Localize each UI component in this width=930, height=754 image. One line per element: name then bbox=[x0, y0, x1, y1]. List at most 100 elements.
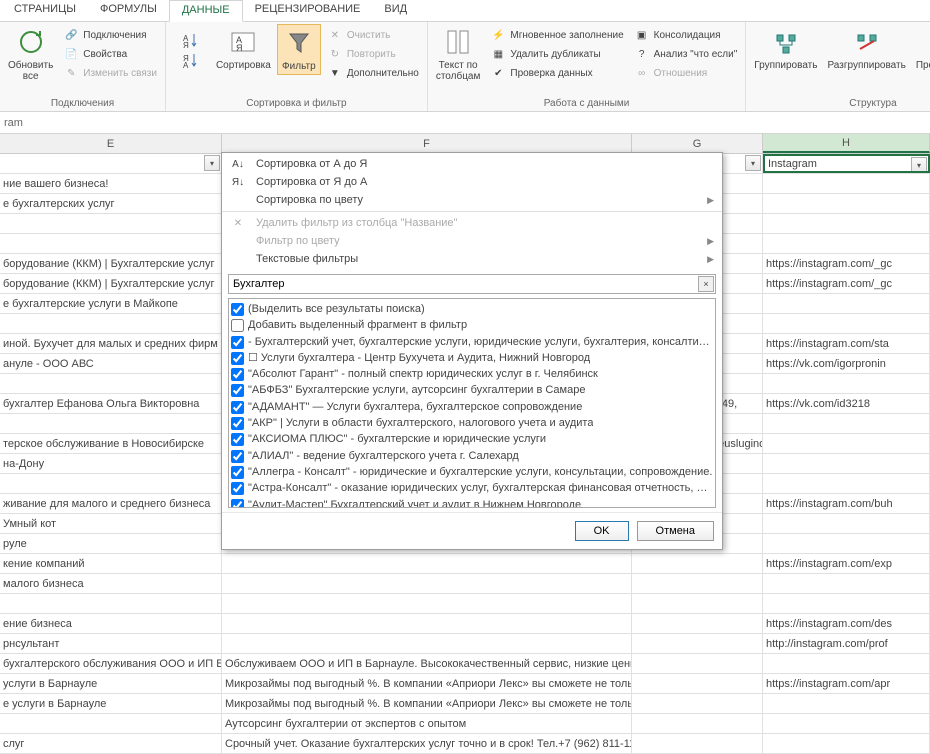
cell[interactable] bbox=[222, 594, 632, 613]
cell[interactable] bbox=[632, 594, 763, 613]
cell[interactable]: https://instagram.com/_gc bbox=[763, 254, 930, 273]
cell[interactable] bbox=[0, 234, 222, 253]
cell[interactable] bbox=[632, 734, 763, 753]
cell[interactable] bbox=[222, 614, 632, 633]
cell[interactable] bbox=[763, 434, 930, 453]
cell[interactable]: на-Дону bbox=[0, 454, 222, 473]
cell[interactable]: руле bbox=[0, 534, 222, 553]
filter-checkbox[interactable] bbox=[231, 466, 244, 479]
cell[interactable]: Микрозаймы под выгодный %. В компании «А… bbox=[222, 694, 632, 713]
filter-checkbox[interactable] bbox=[231, 417, 244, 430]
cell[interactable]: услуги в Барнауле bbox=[0, 674, 222, 693]
cell[interactable] bbox=[0, 474, 222, 493]
cell[interactable] bbox=[0, 414, 222, 433]
cell[interactable]: Срочный учет. Оказание бухгалтерских усл… bbox=[222, 734, 632, 753]
filter-checkbox[interactable] bbox=[231, 384, 244, 397]
cell[interactable]: https://instagram.com/des bbox=[763, 614, 930, 633]
filter-arrow-icon[interactable]: ▾ bbox=[745, 155, 761, 171]
cell[interactable] bbox=[763, 234, 930, 253]
header-cell-e[interactable]: ▾ bbox=[0, 154, 222, 173]
column-header-H[interactable]: H bbox=[763, 134, 930, 153]
advanced-filter-button[interactable]: ▼Дополнительно bbox=[323, 64, 423, 82]
connections-button[interactable]: 🔗Подключения bbox=[59, 26, 161, 44]
sort-za-item[interactable]: Я↓ Сортировка от Я до А bbox=[222, 173, 722, 191]
tab-view[interactable]: ВИД bbox=[372, 0, 419, 21]
filter-arrow-icon[interactable]: ▾ bbox=[911, 157, 927, 173]
cell[interactable] bbox=[763, 194, 930, 213]
cell[interactable]: https://instagram.com/exp bbox=[763, 554, 930, 573]
sort-button[interactable]: АЯ Сортировка bbox=[212, 24, 275, 73]
filter-button[interactable]: Фильтр bbox=[277, 24, 321, 75]
cell[interactable]: слуг bbox=[0, 734, 222, 753]
filter-checkbox-item[interactable]: "АЛИАЛ" - ведение бухгалтерского учета г… bbox=[231, 448, 713, 464]
cell[interactable]: https://instagram.com/_gc bbox=[763, 274, 930, 293]
column-header-E[interactable]: E bbox=[0, 134, 222, 153]
cell[interactable]: е бухгалтерские услуги в Майкопе bbox=[0, 294, 222, 313]
formula-bar[interactable]: ram bbox=[0, 112, 930, 134]
cell[interactable] bbox=[763, 454, 930, 473]
cell[interactable]: ануле - ООО АВС bbox=[0, 354, 222, 373]
ok-button[interactable]: OK bbox=[575, 521, 629, 541]
cell[interactable] bbox=[763, 414, 930, 433]
cell[interactable]: https://vk.com/id3218 bbox=[763, 394, 930, 413]
filter-checkbox-item[interactable]: "Астра-Консалт" - оказание юридических у… bbox=[231, 480, 713, 496]
filter-checkbox-item[interactable]: "Абсолют Гарант" - полный спектр юридиче… bbox=[231, 366, 713, 382]
cell[interactable] bbox=[632, 554, 763, 573]
group-button[interactable]: Группировать bbox=[750, 24, 821, 73]
filter-checkbox-item[interactable]: "АДАМАНТ" — Услуги бухгалтера, бухгалтер… bbox=[231, 399, 713, 415]
properties-button[interactable]: 📄Свойства bbox=[59, 45, 161, 63]
cell[interactable] bbox=[763, 214, 930, 233]
filter-checkbox-item[interactable]: ☐ Услуги бухгалтера - Центр Бухучета и А… bbox=[231, 350, 713, 366]
cancel-button[interactable]: Отмена bbox=[637, 521, 714, 541]
sort-az-button[interactable]: АЯ ЯА bbox=[170, 24, 210, 76]
cell[interactable] bbox=[0, 214, 222, 233]
cell[interactable]: живание для малого и среднего бизнеса bbox=[0, 494, 222, 513]
tab-data[interactable]: ДАННЫЕ bbox=[169, 0, 243, 22]
filter-checkbox[interactable] bbox=[231, 482, 244, 495]
cell[interactable] bbox=[0, 714, 222, 733]
filter-checkbox[interactable] bbox=[231, 401, 244, 414]
filter-checkbox[interactable] bbox=[231, 336, 244, 349]
data-validation-button[interactable]: ✔Проверка данных bbox=[486, 64, 627, 82]
filter-checkbox[interactable] bbox=[231, 499, 244, 508]
cell[interactable]: бухгалтерского обслуживания ООО и ИП Бар bbox=[0, 654, 222, 673]
cell[interactable] bbox=[763, 374, 930, 393]
sort-az-item[interactable]: А↓ Сортировка от А до Я bbox=[222, 155, 722, 173]
cell[interactable] bbox=[222, 574, 632, 593]
cell[interactable] bbox=[763, 694, 930, 713]
filter-checkbox-item[interactable]: Добавить выделенный фрагмент в фильтр bbox=[231, 317, 713, 333]
filter-search-input[interactable] bbox=[228, 274, 716, 294]
cell[interactable] bbox=[763, 174, 930, 193]
cell[interactable]: ние вашего бизнеса! bbox=[0, 174, 222, 193]
cell[interactable] bbox=[632, 674, 763, 693]
tab-pages[interactable]: СТРАНИЦЫ bbox=[2, 0, 88, 21]
clear-filter-button[interactable]: ✕Очистить bbox=[323, 26, 423, 44]
cell[interactable]: https://instagram.com/buh bbox=[763, 494, 930, 513]
column-header-F[interactable]: F bbox=[222, 134, 632, 153]
refresh-all-button[interactable]: Обновить все bbox=[4, 24, 57, 84]
filter-checkbox[interactable] bbox=[231, 303, 244, 316]
cell[interactable] bbox=[763, 534, 930, 553]
cell[interactable] bbox=[0, 594, 222, 613]
text-to-columns-button[interactable]: Текст по столбцам bbox=[432, 24, 485, 84]
cell[interactable]: иной. Бухучет для малых и средних фирм bbox=[0, 334, 222, 353]
cell[interactable]: Аутсорсинг бухгалтерии от экспертов с оп… bbox=[222, 714, 632, 733]
subtotal-button[interactable]: Промежуточный итог bbox=[912, 24, 930, 84]
remove-dup-button[interactable]: ▦Удалить дубликаты bbox=[486, 45, 627, 63]
filter-values-list[interactable]: (Выделить все результаты поиска)Добавить… bbox=[228, 298, 716, 508]
cell[interactable]: борудование (ККМ) | Бухгалтерские услуг bbox=[0, 274, 222, 293]
clear-search-button[interactable]: × bbox=[698, 276, 714, 292]
filter-arrow-icon[interactable]: ▾ bbox=[204, 155, 220, 171]
cell[interactable]: е бухгалтерских услуг bbox=[0, 194, 222, 213]
relationships-button[interactable]: ∞Отношения bbox=[630, 64, 742, 82]
cell[interactable] bbox=[763, 514, 930, 533]
sort-color-item[interactable]: Сортировка по цвету ▶ bbox=[222, 191, 722, 209]
filter-checkbox-item[interactable]: "АКР" | Услуги в области бухгалтерского,… bbox=[231, 415, 713, 431]
cell[interactable]: https://instagram.com/sta bbox=[763, 334, 930, 353]
cell[interactable]: https://instagram.com/apr bbox=[763, 674, 930, 693]
tab-formulas[interactable]: ФОРМУЛЫ bbox=[88, 0, 169, 21]
cell[interactable] bbox=[222, 554, 632, 573]
filter-checkbox-item[interactable]: "АБФБЗ" Бухгалтерские услуги, аутсорсинг… bbox=[231, 382, 713, 398]
cell[interactable]: ение бизнеса bbox=[0, 614, 222, 633]
whatif-button[interactable]: ?Анализ "что если" bbox=[630, 45, 742, 63]
